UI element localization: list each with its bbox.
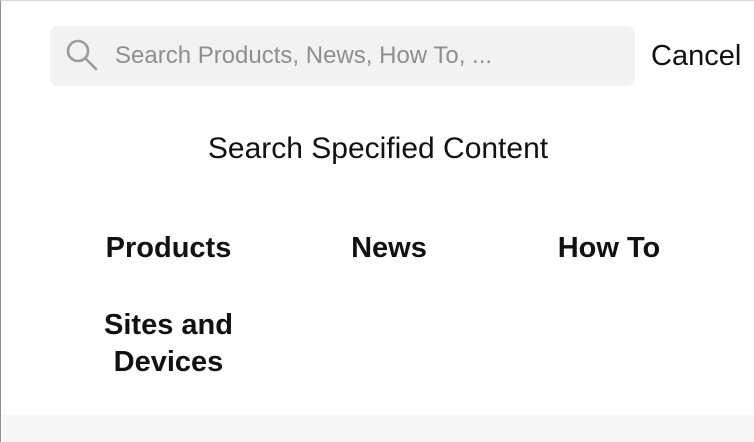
search-input[interactable] (115, 39, 620, 73)
category-products[interactable]: Products (78, 226, 259, 270)
search-screen: Cancel Search Specified Content Products… (0, 0, 754, 442)
section-title: Search Specified Content (207, 132, 549, 165)
category-news[interactable]: News (318, 226, 460, 270)
category-how-to-label: How To (557, 232, 661, 264)
category-sites-and-devices[interactable]: Sites and Devices (78, 305, 259, 383)
category-sites-and-devices-label: Sites and Devices (104, 309, 233, 378)
category-news-label: News (351, 232, 427, 264)
category-how-to[interactable]: How To (528, 226, 690, 270)
bottom-band (2, 415, 754, 442)
cancel-button[interactable]: Cancel (651, 36, 754, 76)
search-icon (64, 37, 100, 73)
category-products-label: Products (105, 232, 232, 264)
